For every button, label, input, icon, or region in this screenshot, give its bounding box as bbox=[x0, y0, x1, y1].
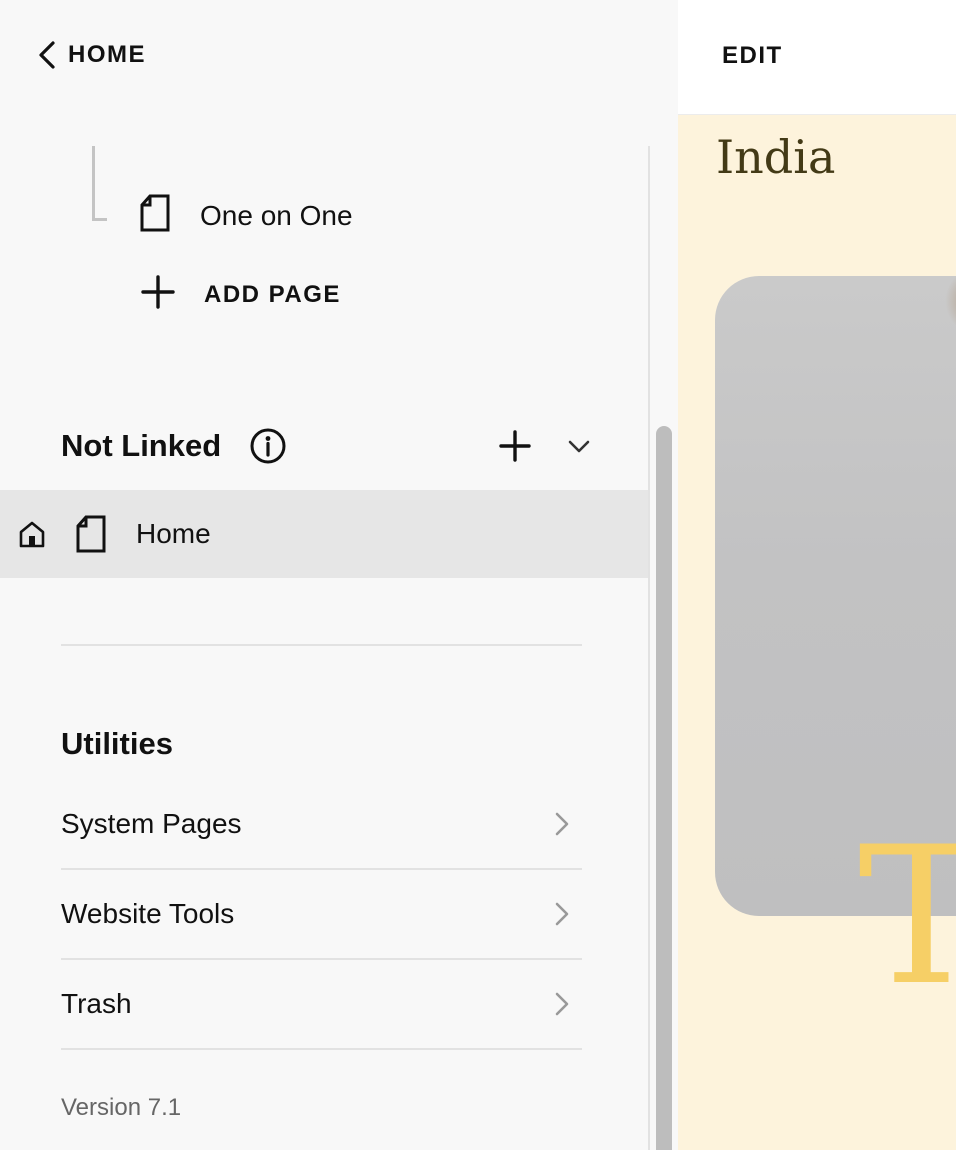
plus-icon[interactable] bbox=[499, 430, 531, 462]
not-linked-header: Not Linked bbox=[61, 424, 591, 468]
version-label: Version 7.1 bbox=[61, 1094, 182, 1121]
add-page-button[interactable]: ADD PAGE bbox=[140, 274, 341, 315]
page-item-label: One on One bbox=[200, 199, 353, 231]
scrollbar-track bbox=[648, 146, 650, 1150]
not-linked-title: Not Linked bbox=[61, 428, 222, 463]
utility-item-label: Trash bbox=[61, 988, 132, 1019]
preview-toolbar: EDIT bbox=[678, 0, 956, 115]
utility-item-label: System Pages bbox=[61, 808, 242, 839]
page-item-home[interactable]: Home bbox=[0, 490, 648, 578]
not-linked-actions bbox=[499, 424, 591, 468]
image-shade bbox=[945, 276, 956, 336]
page-icon bbox=[140, 194, 170, 237]
page-item-one-on-one[interactable]: One on One bbox=[140, 194, 353, 237]
home-icon bbox=[18, 520, 46, 548]
info-icon[interactable] bbox=[249, 427, 287, 465]
back-to-home-button[interactable]: HOME bbox=[36, 40, 146, 70]
hero-letter: T bbox=[858, 806, 956, 1027]
page-item-label: Home bbox=[136, 518, 211, 549]
chevron-right-icon bbox=[554, 901, 570, 927]
edit-button[interactable]: EDIT bbox=[722, 42, 783, 70]
chevron-left-icon bbox=[36, 40, 58, 70]
utilities-title: Utilities bbox=[61, 726, 173, 761]
page-icon bbox=[76, 515, 106, 553]
divider bbox=[61, 1048, 582, 1050]
chevron-right-icon bbox=[554, 811, 570, 837]
utility-item-trash[interactable]: Trash bbox=[61, 960, 582, 1048]
pages-sidebar: HOME One on One ADD PAGE Not Linked Home… bbox=[0, 0, 678, 1150]
chevron-right-icon bbox=[554, 991, 570, 1017]
add-page-label: ADD PAGE bbox=[204, 280, 341, 308]
preview-heading: India bbox=[716, 130, 836, 184]
chevron-down-icon[interactable] bbox=[567, 438, 591, 454]
divider bbox=[61, 644, 582, 646]
back-label: HOME bbox=[68, 41, 146, 68]
tree-connector bbox=[92, 146, 107, 221]
utility-item-website-tools[interactable]: Website Tools bbox=[61, 870, 582, 958]
utility-item-system-pages[interactable]: System Pages bbox=[61, 780, 582, 868]
utility-item-label: Website Tools bbox=[61, 898, 235, 929]
plus-icon bbox=[140, 274, 176, 315]
site-preview: EDIT India T bbox=[678, 0, 956, 1150]
scrollbar-thumb[interactable] bbox=[656, 426, 672, 1150]
